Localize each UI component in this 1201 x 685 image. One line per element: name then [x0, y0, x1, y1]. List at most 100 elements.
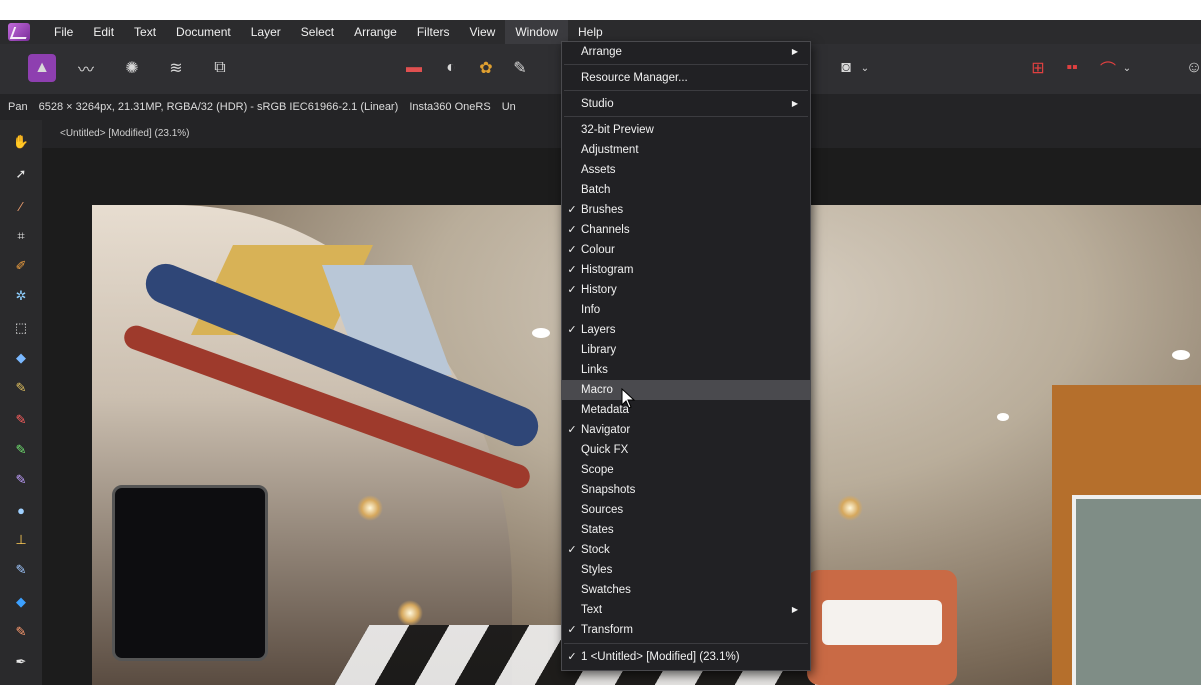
- selection-icon[interactable]: ▪▪: [1058, 54, 1086, 82]
- pen-icon[interactable]: ✒: [11, 652, 31, 672]
- fill-icon[interactable]: ◆: [11, 348, 31, 368]
- dodge-brush-icon[interactable]: ●: [11, 500, 31, 520]
- chevron-down-icon[interactable]: ⌄: [1120, 54, 1134, 82]
- menu-item-navigator[interactable]: ✓ Navigator: [562, 420, 810, 440]
- menu-item-links[interactable]: Links: [562, 360, 810, 380]
- menu-item-macro[interactable]: Macro: [562, 380, 810, 400]
- menu-view[interactable]: View: [460, 20, 506, 44]
- checkmark-icon: ✓: [567, 651, 577, 663]
- stamp-icon[interactable]: ⊥: [11, 530, 31, 550]
- menu-item-adjustment[interactable]: Adjustment: [562, 140, 810, 160]
- colour-wheel-icon[interactable]: ✿: [472, 54, 500, 82]
- menu-item-label: Macro: [581, 384, 613, 396]
- menu-item-swatches[interactable]: Swatches: [562, 580, 810, 600]
- menu-item-label: Library: [581, 344, 617, 356]
- menu-item-sources[interactable]: Sources: [562, 500, 810, 520]
- window: [1072, 495, 1201, 685]
- menu-item-histogram[interactable]: ✓ Histogram: [562, 260, 810, 280]
- menu-filters[interactable]: Filters: [407, 20, 460, 44]
- colour-picker-icon[interactable]: ⁄: [11, 196, 31, 216]
- menu-item-info[interactable]: Info: [562, 300, 810, 320]
- menu-item-text[interactable]: Text ▶: [562, 600, 810, 620]
- menu-item-label: Studio: [581, 98, 614, 110]
- menu-item-batch[interactable]: Batch: [562, 180, 810, 200]
- menu-layer[interactable]: Layer: [241, 20, 291, 44]
- bed-sheet: [822, 600, 942, 645]
- pan-icon[interactable]: ✋: [11, 132, 31, 152]
- menu-item-channels[interactable]: ✓ Channels: [562, 220, 810, 240]
- menu-separator: [564, 116, 808, 117]
- brush-icon[interactable]: ✎: [506, 54, 534, 82]
- menu-item-metadata[interactable]: Metadata: [562, 400, 810, 420]
- develop-persona-icon[interactable]: ✺: [118, 54, 146, 82]
- photo-persona-icon[interactable]: ▲: [28, 54, 56, 82]
- menu-item-stock[interactable]: ✓ Stock: [562, 540, 810, 560]
- chevron-down-icon[interactable]: ⌄: [858, 54, 872, 82]
- marquee-icon[interactable]: ⬚: [11, 318, 31, 338]
- healing-icon[interactable]: ✎: [11, 622, 31, 642]
- contrast-icon[interactable]: ◐: [437, 54, 465, 82]
- document-tab[interactable]: <Untitled> [Modified] (23.1%): [42, 120, 208, 148]
- menu-separator: [564, 90, 808, 91]
- clone-brush-icon[interactable]: ✎: [11, 470, 31, 490]
- menu-item-brushes[interactable]: ✓ Brushes: [562, 200, 810, 220]
- checkmark-icon: ✓: [567, 264, 577, 276]
- liquify-persona-icon[interactable]: 〰: [72, 54, 100, 82]
- menu-item-colour[interactable]: ✓ Colour: [562, 240, 810, 260]
- menu-item-label: Styles: [581, 564, 613, 576]
- menu-edit[interactable]: Edit: [83, 20, 124, 44]
- smudge-icon[interactable]: ✎: [11, 560, 31, 580]
- menu-item-studio[interactable]: Studio ▶: [562, 94, 810, 114]
- ceiling-light: [1172, 350, 1190, 360]
- tone-mapping-persona-icon[interactable]: ≋: [162, 54, 190, 82]
- menu-item-assets[interactable]: Assets: [562, 160, 810, 180]
- flood-select-icon[interactable]: ✲: [11, 286, 31, 306]
- erase-brush-icon[interactable]: ✎: [11, 440, 31, 460]
- menu-item-label: Layers: [581, 324, 616, 336]
- selection-brush-icon[interactable]: ✐: [11, 256, 31, 276]
- menu-item-32-bit-preview[interactable]: 32-bit Preview: [562, 120, 810, 140]
- menu-item-label: Colour: [581, 244, 615, 256]
- menu-item-label: Scope: [581, 464, 614, 476]
- menu-arrange[interactable]: Arrange: [344, 20, 407, 44]
- affinity-photo-logo-icon[interactable]: [8, 23, 30, 41]
- menu-item-library[interactable]: Library: [562, 340, 810, 360]
- blur-icon[interactable]: ◆: [11, 592, 31, 612]
- menu-item-label: Histogram: [581, 264, 634, 276]
- menu-item-history[interactable]: ✓ History: [562, 280, 810, 300]
- top-strip: [0, 0, 1201, 20]
- menu-item-label: Assets: [581, 164, 616, 176]
- checkmark-icon: ✓: [567, 224, 577, 236]
- menu-item-resource-manager[interactable]: Resource Manager...: [562, 68, 810, 88]
- checkmark-icon: ✓: [567, 544, 577, 556]
- paint-brush-icon[interactable]: ✎: [11, 378, 31, 398]
- menu-document[interactable]: Document: [166, 20, 241, 44]
- menu-item-scope[interactable]: Scope: [562, 460, 810, 480]
- move-icon[interactable]: ➚: [11, 164, 31, 184]
- chandelier: [837, 495, 863, 521]
- menu-item-label: Transform: [581, 624, 633, 636]
- menu-text[interactable]: Text: [124, 20, 166, 44]
- pixel-brush-icon[interactable]: ✎: [11, 410, 31, 430]
- mask-icon[interactable]: ◙: [832, 54, 860, 82]
- export-persona-icon[interactable]: ⧉: [206, 54, 234, 82]
- checkmark-icon: ✓: [567, 424, 577, 436]
- menu-item-snapshots[interactable]: Snapshots: [562, 480, 810, 500]
- menu-select[interactable]: Select: [291, 20, 344, 44]
- assistant-icon[interactable]: ☺: [1180, 54, 1201, 82]
- camera-info: Insta360 OneRS: [409, 101, 491, 113]
- menu-window[interactable]: Window: [505, 20, 568, 44]
- menu-item-transform[interactable]: ✓ Transform: [562, 620, 810, 640]
- crop-icon[interactable]: ⌗: [11, 226, 31, 246]
- menu-item-styles[interactable]: Styles: [562, 560, 810, 580]
- menu-item-layers[interactable]: ✓ Layers: [562, 320, 810, 340]
- menu-item-states[interactable]: States: [562, 520, 810, 540]
- menu-item-quick-fx[interactable]: Quick FX: [562, 440, 810, 460]
- television: [112, 485, 268, 661]
- menu-file[interactable]: File: [44, 20, 83, 44]
- magnet-icon[interactable]: ⌒: [1094, 54, 1122, 82]
- menu-item-arrange[interactable]: Arrange ▶: [562, 42, 810, 62]
- menu-item-open-document[interactable]: ✓ 1 <Untitled> [Modified] (23.1%): [562, 647, 810, 667]
- snapping-icon[interactable]: ⊞: [1024, 54, 1052, 82]
- levels-icon[interactable]: ▬: [400, 54, 428, 82]
